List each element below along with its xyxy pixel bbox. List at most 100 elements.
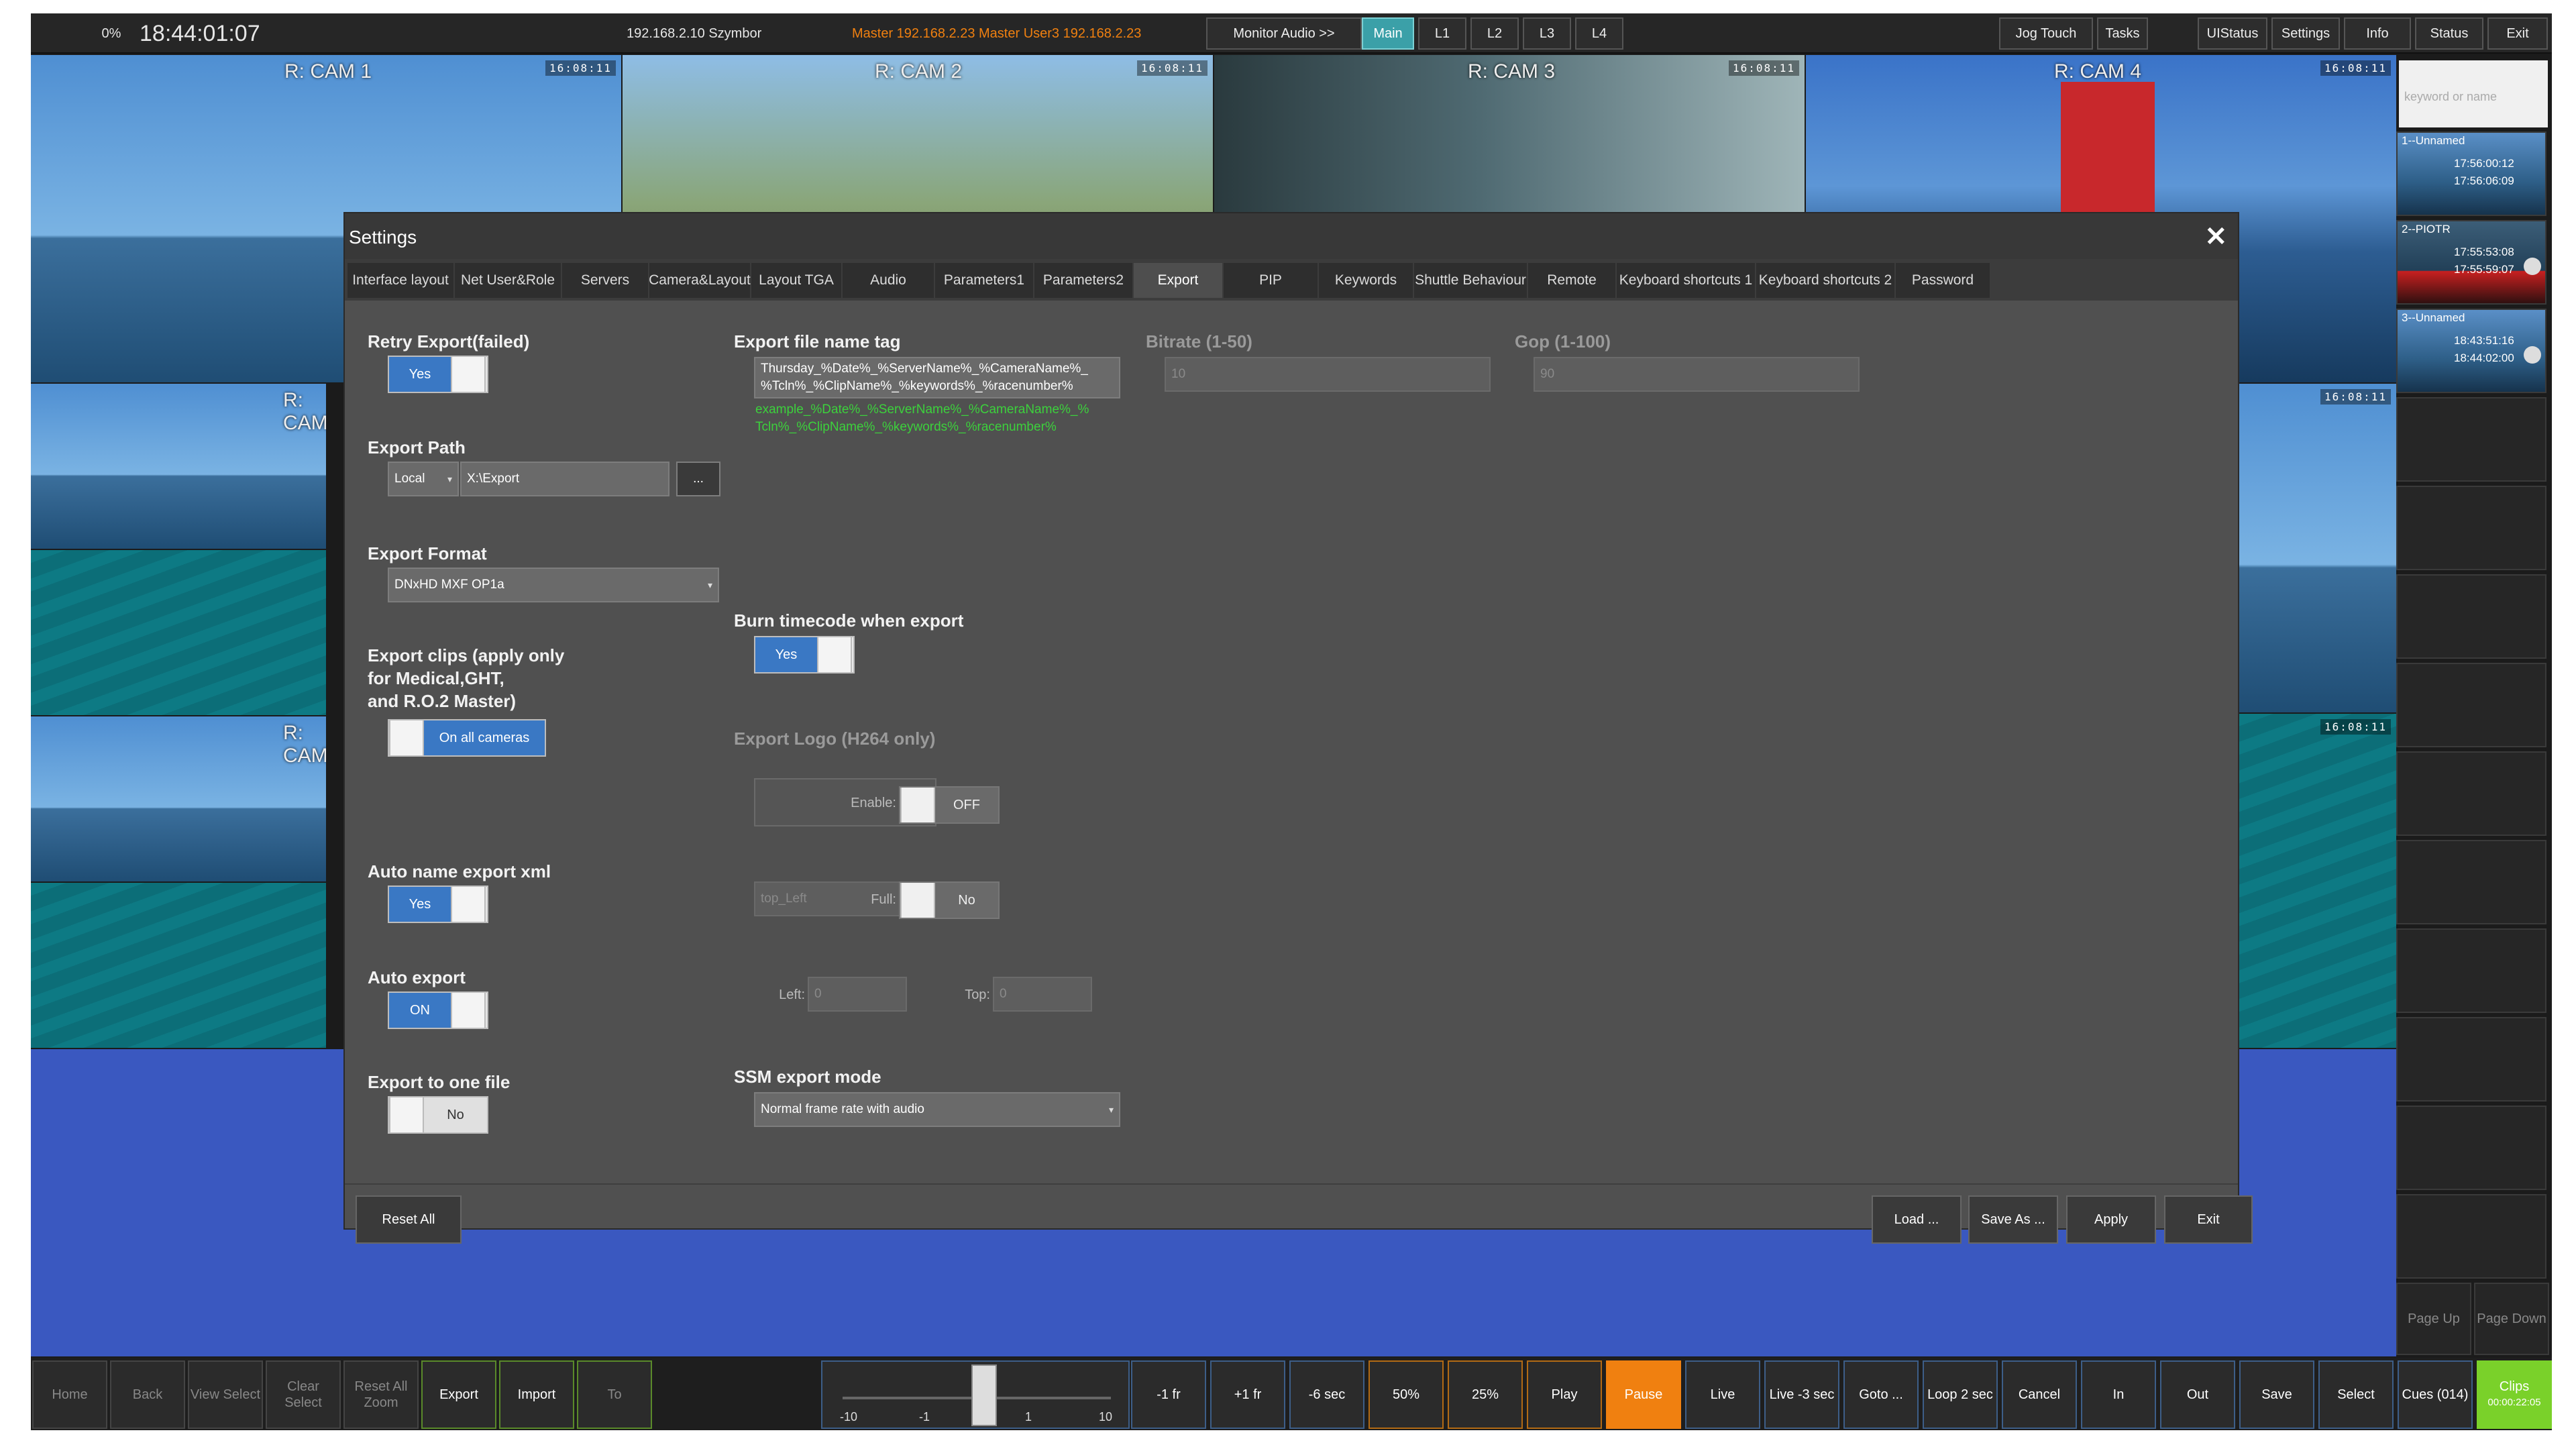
burn-timecode-toggle[interactable]: Yes — [754, 636, 855, 674]
logo-enable-toggle[interactable]: OFF — [899, 786, 1000, 824]
import-button[interactable]: Import — [499, 1360, 574, 1429]
clip-slot-empty[interactable] — [2396, 1194, 2546, 1279]
clear-select-button[interactable]: Clear Select — [266, 1360, 341, 1429]
logo-full-toggle[interactable]: No — [899, 881, 1000, 919]
home-button[interactable]: Home — [32, 1360, 107, 1429]
ui-status-button[interactable]: UIStatus — [2198, 17, 2267, 50]
bitrate-input[interactable]: 10 — [1165, 357, 1491, 392]
camera-view-6[interactable] — [31, 550, 326, 715]
reset-all-button[interactable]: Reset All — [356, 1195, 462, 1244]
l3-button[interactable]: L3 — [1523, 17, 1571, 50]
clip-slot-empty[interactable] — [2396, 928, 2546, 1013]
page-down-button[interactable]: Page Down — [2474, 1283, 2549, 1355]
clip-slot-empty[interactable] — [2396, 486, 2546, 570]
tab-parameters1[interactable]: Parameters1 — [935, 263, 1033, 298]
plus-1-frame-button[interactable]: +1 fr — [1210, 1360, 1285, 1429]
clip-item[interactable]: 2--PIOTR 17:55:53:08 17:55:59:07 — [2396, 220, 2546, 305]
camera-view-5[interactable]: R: CAM — [31, 384, 326, 549]
clip-item[interactable]: 3--Unnamed 18:43:51:16 18:44:02:00 — [2396, 309, 2546, 393]
camera-view-10[interactable]: 16:08:11 — [2238, 714, 2396, 1048]
tab-export[interactable]: Export — [1134, 263, 1222, 298]
clip-slot-empty[interactable] — [2396, 840, 2546, 924]
tab-keyboard-shortcuts-1[interactable]: Keyboard shortcuts 1 — [1617, 263, 1755, 298]
monitor-audio-button[interactable]: Monitor Audio >> — [1206, 17, 1362, 50]
tab-servers[interactable]: Servers — [562, 263, 648, 298]
export-clips-toggle[interactable]: On all cameras — [388, 719, 546, 757]
save-as-button[interactable]: Save As ... — [1968, 1195, 2058, 1244]
pause-button[interactable]: Pause — [1606, 1360, 1681, 1429]
speed-50-button[interactable]: 50% — [1368, 1360, 1444, 1429]
goto-button[interactable]: Goto ... — [1843, 1360, 1919, 1429]
camera-view-8[interactable] — [31, 883, 326, 1048]
clip-slot-empty[interactable] — [2396, 1017, 2546, 1102]
to-button[interactable]: To — [577, 1360, 652, 1429]
tab-keywords[interactable]: Keywords — [1319, 263, 1413, 298]
load-button[interactable]: Load ... — [1872, 1195, 1962, 1244]
clip-slot-empty[interactable] — [2396, 397, 2546, 482]
tab-camera-layout[interactable]: Camera&Layout — [649, 263, 751, 298]
page-up-button[interactable]: Page Up — [2396, 1283, 2471, 1355]
out-button[interactable]: Out — [2160, 1360, 2235, 1429]
minus-6-sec-button[interactable]: -6 sec — [1289, 1360, 1364, 1429]
browse-button[interactable]: ... — [676, 462, 720, 496]
jog-handle[interactable] — [971, 1364, 997, 1426]
save-button[interactable]: Save — [2239, 1360, 2314, 1429]
tab-keyboard-shortcuts-2[interactable]: Keyboard shortcuts 2 — [1756, 263, 1894, 298]
clip-item[interactable]: 1--Unnamed 17:56:00:12 17:56:06:09 — [2396, 131, 2546, 216]
tab-shuttle-behaviour[interactable]: Shuttle Behaviour — [1414, 263, 1527, 298]
info-button[interactable]: Info — [2344, 17, 2411, 50]
clip-search-input[interactable]: keyword or name — [2399, 60, 2548, 127]
clip-slot-empty[interactable] — [2396, 1106, 2546, 1190]
minus-1-frame-button[interactable]: -1 fr — [1131, 1360, 1206, 1429]
cues-button[interactable]: Cues (014) — [2398, 1360, 2473, 1429]
clip-slot-empty[interactable] — [2396, 663, 2546, 747]
camera-view-9[interactable]: 16:08:11 — [2238, 384, 2396, 712]
live-minus-3-button[interactable]: Live -3 sec — [1764, 1360, 1839, 1429]
clip-slot-empty[interactable] — [2396, 574, 2546, 659]
export-format-select[interactable]: DNxHD MXF OP1a ▾ — [388, 568, 719, 602]
ssm-export-select[interactable]: Normal frame rate with audio ▾ — [754, 1092, 1120, 1127]
view-select-button[interactable]: View Select — [188, 1360, 263, 1429]
gop-input[interactable]: 90 — [1534, 357, 1860, 392]
tab-audio[interactable]: Audio — [843, 263, 934, 298]
clip-slot-empty[interactable] — [2396, 751, 2546, 836]
select-button[interactable]: Select — [2318, 1360, 2394, 1429]
settings-button[interactable]: Settings — [2271, 17, 2340, 50]
main-button[interactable]: Main — [1362, 17, 1414, 50]
l1-button[interactable]: L1 — [1418, 17, 1466, 50]
export-location-select[interactable]: Local ▾ — [388, 462, 459, 496]
speed-25-button[interactable]: 25% — [1448, 1360, 1523, 1429]
retry-export-toggle[interactable]: Yes — [388, 356, 488, 393]
tab-parameters2[interactable]: Parameters2 — [1034, 263, 1132, 298]
tab-layout-tga[interactable]: Layout TGA — [751, 263, 841, 298]
export-button[interactable]: Export — [421, 1360, 496, 1429]
loop-button[interactable]: Loop 2 sec — [1923, 1360, 1998, 1429]
export-path-input[interactable]: X:\Export — [460, 462, 669, 496]
play-button[interactable]: Play — [1527, 1360, 1602, 1429]
l2-button[interactable]: L2 — [1470, 17, 1519, 50]
l4-button[interactable]: L4 — [1575, 17, 1623, 50]
tasks-button[interactable]: Tasks — [2097, 17, 2148, 50]
in-button[interactable]: In — [2081, 1360, 2156, 1429]
camera-view-7[interactable]: R: CAM — [31, 716, 326, 881]
clips-button[interactable]: Clips 00:00:22:05 — [2477, 1360, 2552, 1429]
close-icon[interactable]: ✕ — [2204, 221, 2227, 252]
jog-slider[interactable]: -10 -1 1 10 — [821, 1360, 1130, 1429]
tab-pip[interactable]: PIP — [1224, 263, 1318, 298]
jog-touch-button[interactable]: Jog Touch — [1999, 17, 2093, 50]
tab-net-user-role[interactable]: Net User&Role — [455, 263, 561, 298]
exit-button[interactable]: Exit — [2164, 1195, 2253, 1244]
back-button[interactable]: Back — [110, 1360, 185, 1429]
tab-password[interactable]: Password — [1896, 263, 1990, 298]
exit-button[interactable]: Exit — [2487, 17, 2548, 50]
file-name-tag-input[interactable]: Thursday_%Date%_%ServerName%_%CameraName… — [754, 357, 1120, 398]
apply-button[interactable]: Apply — [2066, 1195, 2156, 1244]
reset-zoom-button[interactable]: Reset All Zoom — [343, 1360, 419, 1429]
logo-top-input[interactable]: 0 — [993, 977, 1092, 1012]
export-one-file-toggle[interactable]: No — [388, 1096, 488, 1134]
cancel-button[interactable]: Cancel — [2002, 1360, 2077, 1429]
tab-interface-layout[interactable]: Interface layout — [347, 263, 453, 298]
live-button[interactable]: Live — [1685, 1360, 1760, 1429]
status-button[interactable]: Status — [2415, 17, 2483, 50]
tab-remote[interactable]: Remote — [1528, 263, 1615, 298]
